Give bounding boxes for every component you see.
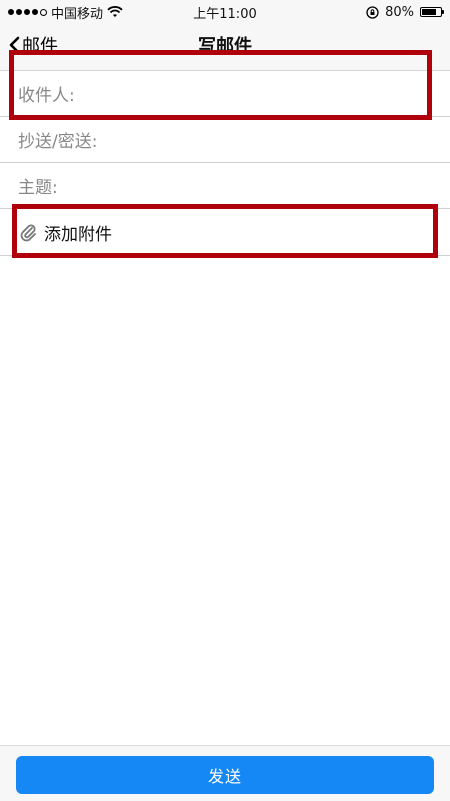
add-attachment-button[interactable]: 添加附件 <box>0 209 450 256</box>
page-title: 写邮件 <box>198 36 252 57</box>
nav-bar: 邮件 写邮件 <box>0 24 450 71</box>
battery-percent: 80% <box>385 4 414 20</box>
subject-input[interactable] <box>61 174 450 197</box>
attachment-label: 添加附件 <box>44 224 112 245</box>
orientation-lock-icon <box>366 5 379 19</box>
subject-row[interactable]: 主题: <box>0 163 450 209</box>
status-right: 80% <box>366 4 444 20</box>
bottom-bar: 发送 <box>0 745 450 801</box>
send-button[interactable]: 发送 <box>16 756 434 794</box>
subject-label: 主题: <box>18 178 58 198</box>
battery-icon <box>420 7 444 17</box>
battery-fill <box>422 9 437 15</box>
signal-icon <box>8 8 47 16</box>
to-row[interactable]: 收件人: <box>0 71 450 117</box>
status-left: 中国移动 <box>8 3 123 22</box>
to-label: 收件人: <box>18 86 75 106</box>
wifi-icon <box>107 6 123 17</box>
cc-label: 抄送/密送: <box>18 132 98 152</box>
cc-row[interactable]: 抄送/密送: <box>0 117 450 163</box>
carrier-name: 中国移动 <box>51 6 104 22</box>
compose-form: 收件人: 抄送/密送: 主题: 添加附件 <box>0 71 450 256</box>
cc-input[interactable] <box>101 128 450 151</box>
paperclip-icon <box>18 222 38 242</box>
to-input[interactable] <box>78 82 450 105</box>
status-bar: 中国移动 上午11:00 80% <box>0 0 450 24</box>
